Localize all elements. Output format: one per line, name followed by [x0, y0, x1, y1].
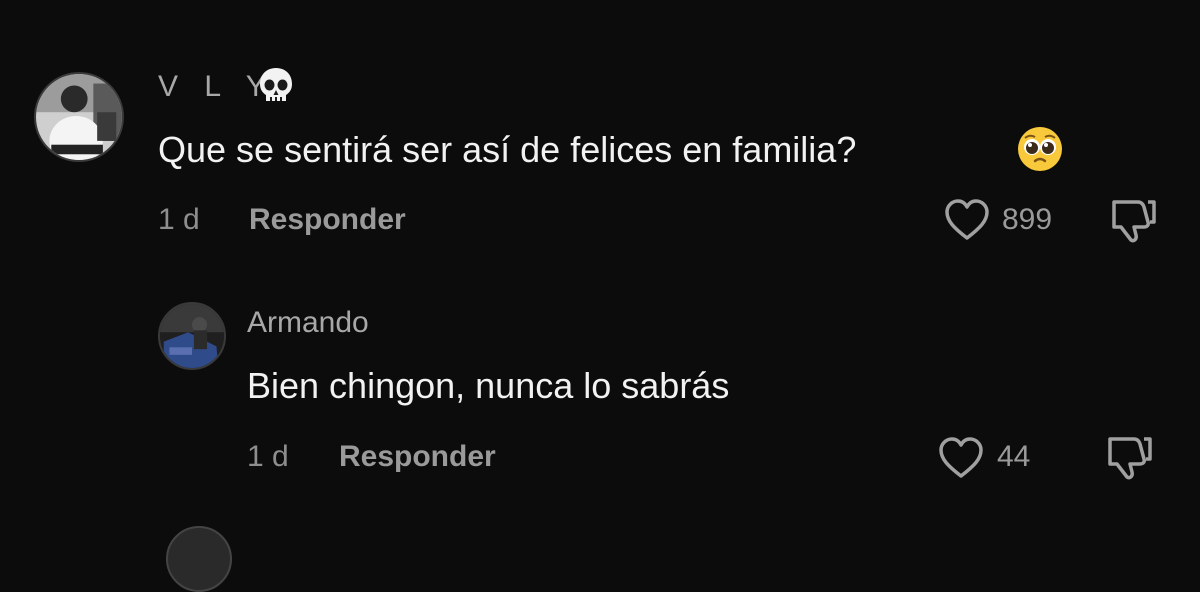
- avatar-photo: [36, 74, 122, 160]
- avatar-photo: [160, 304, 224, 368]
- thumbs-down-outline-icon[interactable]: [1104, 433, 1154, 481]
- comment-time: 1 d: [247, 440, 289, 473]
- avatar[interactable]: [34, 72, 124, 162]
- comment-time: 1 d: [158, 203, 200, 236]
- reply-button[interactable]: Responder: [339, 442, 496, 472]
- comment-text: Bien chingon, nunca lo sabrás: [247, 365, 730, 406]
- reply-button[interactable]: Responder: [249, 205, 406, 235]
- like-count: 44: [997, 440, 1031, 473]
- heart-outline-icon[interactable]: [938, 436, 984, 480]
- avatar[interactable]: [158, 302, 226, 370]
- like-count: 899: [1002, 203, 1053, 236]
- avatar-next-comment[interactable]: [166, 526, 232, 592]
- thumbs-down-outline-icon[interactable]: [1108, 196, 1158, 244]
- comment-text: Que se sentirá ser así de felices en fam…: [158, 129, 857, 170]
- skull-emoji-icon: [260, 68, 292, 101]
- comment-username[interactable]: Armando: [247, 308, 369, 338]
- heart-outline-icon[interactable]: [944, 198, 990, 242]
- pleading-face-emoji-icon: [1018, 127, 1062, 171]
